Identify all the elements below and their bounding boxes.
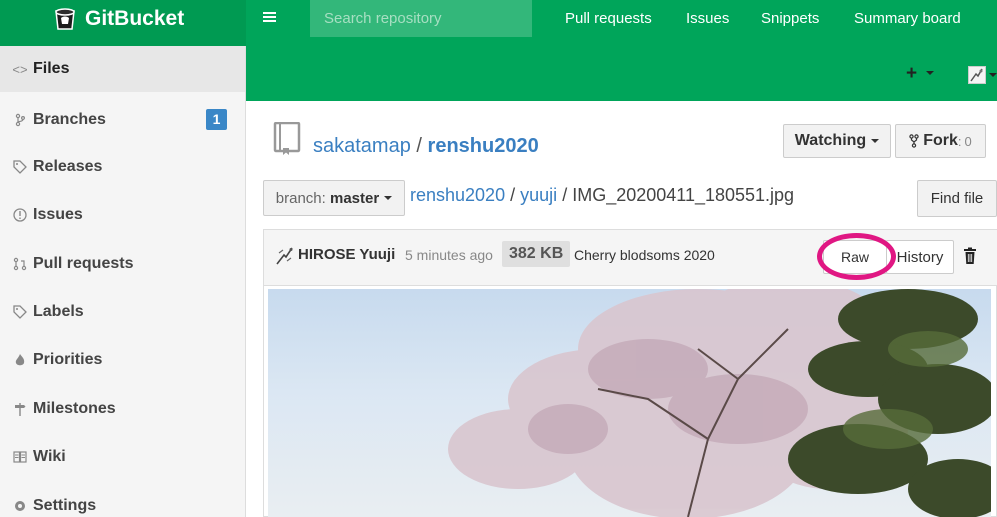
fork-count: 0 (964, 133, 972, 149)
highlight-circle (817, 233, 896, 280)
chevron-down-icon (989, 73, 997, 77)
commit-message[interactable]: Cherry blodsoms 2020 (574, 247, 715, 263)
sidebar-item-files[interactable]: <> Files (0, 46, 245, 92)
fork-separator: : (957, 133, 962, 149)
sidebar-item-label: Wiki (33, 448, 66, 465)
sidebar-item-label: Labels (33, 303, 84, 320)
sidebar-item-label: Releases (33, 158, 103, 175)
author-avatar[interactable] (275, 246, 295, 266)
brand-name[interactable]: GitBucket (85, 7, 184, 31)
gear-icon (12, 498, 28, 514)
sidebar-item-issues[interactable]: Issues (0, 192, 245, 238)
sidebar-item-pull-requests[interactable]: Pull requests (0, 241, 245, 287)
sidebar-item-label: Issues (33, 206, 83, 223)
book-icon (12, 449, 28, 465)
trash-icon[interactable] (963, 247, 977, 265)
breadcrumb-file-name: IMG_20200411_180551.jpg (572, 185, 795, 205)
tag-icon (12, 304, 28, 320)
flame-icon (12, 352, 28, 368)
sidebar-item-label: Milestones (33, 400, 116, 417)
sidebar-item-label: Pull requests (33, 255, 134, 272)
sidebar: <> Files Branches 1 Releases Issues Pull… (0, 46, 246, 517)
commit-author[interactable]: HIROSE Yuuji (298, 246, 395, 263)
breadcrumb-separator: / (510, 185, 516, 205)
search-input[interactable] (310, 0, 532, 37)
repo-name-link[interactable]: renshu2020 (428, 135, 539, 157)
milestone-icon (12, 401, 28, 417)
sidebar-item-labels[interactable]: Labels (0, 289, 245, 335)
watch-button-label: Watching (794, 132, 867, 149)
watch-button[interactable]: Watching (783, 124, 891, 158)
branch-prefix: branch: (275, 189, 326, 207)
sidebar-item-label: Settings (33, 497, 97, 514)
cherry-blossom-photo (448, 289, 991, 517)
new-menu-button[interactable]: + (906, 63, 917, 85)
repository-title: sakatamap / renshu2020 (313, 135, 539, 158)
code-icon: <> (12, 61, 28, 77)
branch-selector[interactable]: branch: master (263, 180, 405, 216)
nav-summary-board[interactable]: Summary board (854, 10, 961, 27)
fork-button-label: Fork (923, 132, 958, 149)
sidebar-item-label: Files (33, 60, 70, 77)
breadcrumb-separator: / (562, 185, 568, 205)
sidebar-item-releases[interactable]: Releases (0, 144, 245, 190)
fork-icon (909, 134, 919, 148)
find-file-button[interactable]: Find file (917, 180, 997, 217)
sidebar-item-branches[interactable]: Branches 1 (0, 97, 245, 143)
branch-count-badge: 1 (206, 109, 227, 130)
issue-icon (12, 207, 28, 223)
sidebar-item-wiki[interactable]: Wiki (0, 434, 245, 480)
image-preview (268, 289, 991, 517)
brand[interactable]: GitBucket (0, 0, 246, 46)
commit-time: 5 minutes ago (405, 247, 493, 263)
pull-request-icon (12, 256, 28, 272)
gitbucket-logo-icon (55, 8, 75, 30)
sidebar-item-priorities[interactable]: Priorities (0, 337, 245, 383)
breadcrumb-folder-link[interactable]: yuuji (520, 185, 557, 205)
breadcrumb-repo-link[interactable]: renshu2020 (410, 185, 505, 205)
repo-title-separator: / (416, 135, 422, 157)
menu-toggle-icon[interactable] (263, 10, 277, 28)
sidebar-item-label: Branches (33, 111, 106, 128)
tag-icon (12, 159, 28, 175)
header-band (246, 40, 997, 101)
user-avatar[interactable] (968, 66, 986, 84)
chevron-down-icon (384, 196, 393, 200)
fork-button[interactable]: Fork:0 (895, 124, 986, 158)
nav-snippets[interactable]: Snippets (761, 10, 819, 27)
repo-owner-link[interactable]: sakatamap (313, 135, 411, 157)
avatar-image-icon (970, 68, 983, 82)
branch-icon (12, 112, 28, 128)
nav-pull-requests[interactable]: Pull requests (565, 10, 652, 27)
sidebar-item-settings[interactable]: Settings (0, 483, 245, 517)
file-size-badge: 382 KB (502, 241, 571, 267)
chevron-down-icon (926, 71, 934, 75)
chevron-down-icon (871, 139, 880, 143)
nav-issues[interactable]: Issues (686, 10, 729, 27)
branch-name: master (330, 189, 380, 207)
file-breadcrumb: renshu2020 / yuuji / IMG_20200411_180551… (410, 185, 794, 206)
sidebar-item-label: Priorities (33, 351, 103, 368)
sidebar-item-milestones[interactable]: Milestones (0, 386, 245, 432)
history-button[interactable]: History (886, 240, 954, 274)
repository-icon (273, 122, 301, 155)
